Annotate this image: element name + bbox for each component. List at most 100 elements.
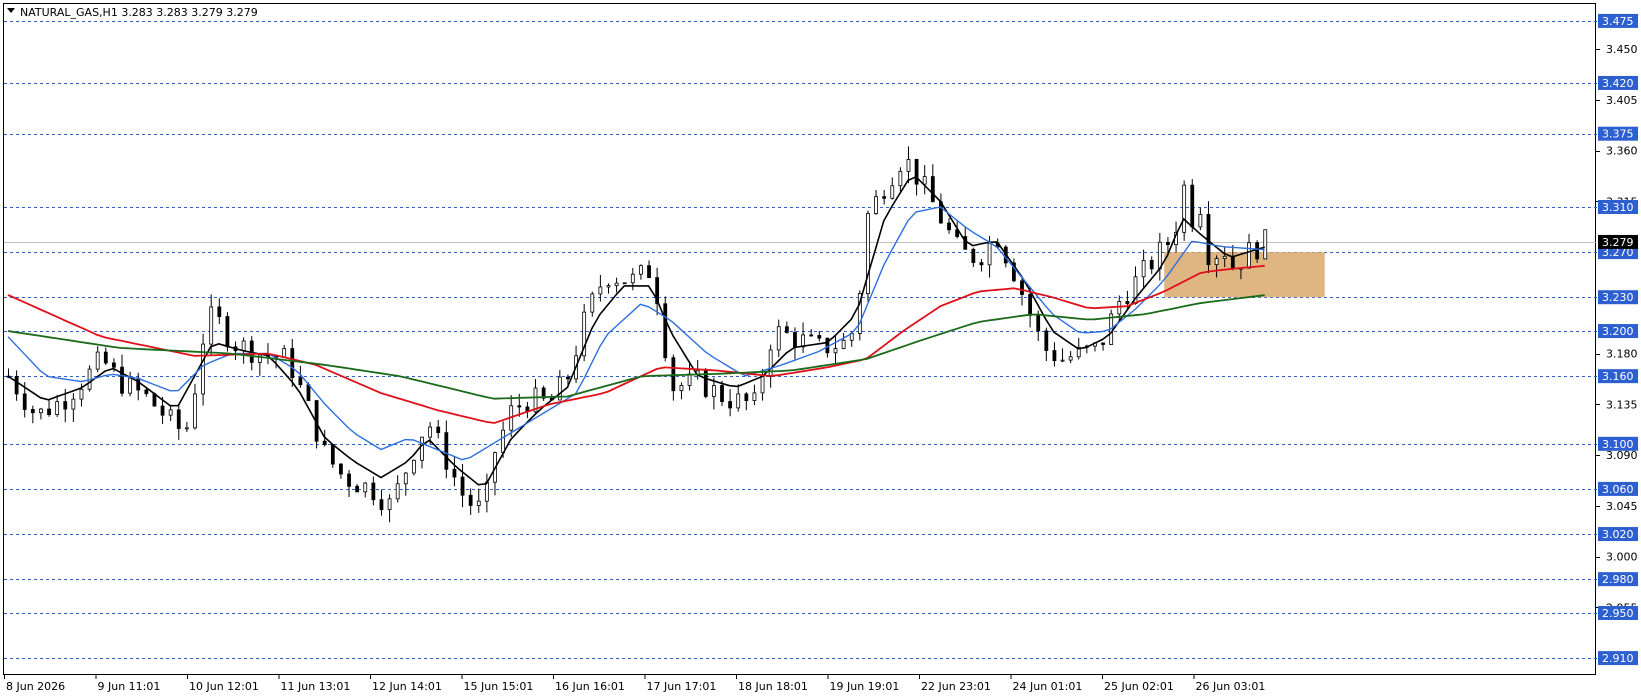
x-tick-label: 11 Jun 13:01 — [281, 680, 351, 693]
level-label: 3.060 — [1598, 481, 1638, 496]
candle-body-up — [614, 282, 619, 287]
level-label: 2.980 — [1598, 572, 1638, 587]
candle-body-down — [971, 248, 976, 263]
y-tick-label: 3.045 — [1606, 500, 1638, 513]
candle-body-up — [833, 348, 838, 354]
x-tick-label: 18 Jun 18:01 — [738, 680, 808, 693]
candle-body-down — [1028, 294, 1033, 316]
level-label: 3.310 — [1598, 199, 1638, 214]
candle — [411, 459, 416, 476]
candle-body-up — [209, 306, 214, 345]
candle-body-down — [120, 366, 124, 394]
candle-body-up — [95, 351, 100, 370]
level-label-text: 3.230 — [1602, 291, 1634, 304]
candle-body-down — [793, 332, 797, 348]
level-label-text: 3.420 — [1602, 77, 1634, 90]
candle-body-down — [160, 405, 165, 416]
candle — [1190, 179, 1195, 233]
level-label: 2.950 — [1598, 605, 1638, 620]
candle-body-up — [801, 334, 805, 348]
candle-body-up — [411, 459, 416, 474]
candle-body-down — [566, 376, 570, 380]
candle-body-up — [898, 170, 903, 187]
candle-body-up — [598, 286, 603, 295]
support-zone — [1164, 252, 1325, 298]
candle-body-down — [468, 494, 473, 506]
candle-body-up — [39, 408, 43, 414]
level-label: 3.375 — [1598, 126, 1638, 141]
level-label-text: 3.100 — [1602, 438, 1634, 451]
level-label-text: 2.950 — [1602, 607, 1634, 620]
candle-body-up — [906, 158, 911, 172]
x-tick-label: 15 Jun 15:01 — [464, 680, 534, 693]
candle — [663, 296, 668, 362]
candle-body-down — [298, 377, 303, 386]
candle-body-down — [347, 473, 351, 487]
x-tick-label: 8 Jun 2026 — [6, 680, 65, 693]
y-tick-label: 3.135 — [1606, 398, 1638, 411]
candle-body-down — [144, 389, 149, 395]
candle-body-down — [1255, 242, 1260, 260]
candle-body-down — [720, 385, 724, 402]
x-tick-label: 24 Jun 01:01 — [1013, 680, 1083, 693]
candle-body-down — [663, 303, 668, 359]
chart-header: NATURAL_GAS,H1 3.283 3.283 3.279 3.279 — [7, 6, 258, 19]
candle-body-up — [501, 429, 505, 454]
candle-body-down — [355, 485, 360, 493]
candle-body-up — [679, 385, 684, 392]
candle-body-up — [1141, 259, 1146, 278]
x-tick-label: 22 Jun 23:01 — [921, 680, 991, 693]
candle-body-up — [866, 213, 870, 295]
candle-body-up — [841, 339, 846, 349]
candle-body-up — [1222, 255, 1227, 259]
candle-body-down — [947, 222, 951, 231]
candle-body-up — [403, 472, 408, 485]
candle-body-up — [1117, 301, 1122, 315]
price-chart[interactable]: 3.4503.4053.3603.3153.1803.1353.0903.045… — [0, 0, 1641, 698]
candle-body-up — [1182, 184, 1187, 233]
level-label-text: 2.910 — [1602, 652, 1634, 665]
candle-body-down — [728, 401, 733, 409]
candle-body-down — [979, 262, 984, 266]
candle-body-down — [817, 335, 822, 339]
candle-body-down — [1190, 184, 1195, 228]
candle-body-down — [784, 326, 789, 333]
level-label-text: 3.375 — [1602, 128, 1634, 141]
level-label-text: 3.020 — [1602, 528, 1634, 541]
candle-body-down — [1230, 255, 1235, 270]
symbol-ohlc-label: NATURAL_GAS,H1 3.283 3.283 3.279 3.279 — [20, 6, 258, 19]
level-label: 2.910 — [1598, 651, 1638, 666]
y-tick-label: 3.405 — [1606, 94, 1638, 107]
candle-body-down — [30, 409, 35, 414]
candle — [1263, 229, 1268, 260]
candle-body-up — [128, 377, 133, 394]
candle-body-down — [1149, 259, 1154, 270]
candle-body-up — [736, 393, 741, 409]
candle-body-down — [47, 408, 51, 415]
candle-body-down — [306, 384, 311, 401]
chart-background — [0, 0, 1641, 698]
candle-body-down — [1044, 330, 1049, 351]
candle-body-down — [671, 357, 676, 392]
candle-body-down — [290, 348, 295, 379]
candle-body-up — [687, 373, 692, 386]
candle-body-up — [1157, 241, 1162, 270]
candle-body-down — [379, 499, 384, 510]
candle-body-up — [420, 436, 424, 461]
candle-body-up — [1068, 356, 1073, 361]
candle-body-up — [606, 285, 611, 288]
level-label-text: 2.980 — [1602, 573, 1634, 586]
x-tick-label: 17 Jun 17:01 — [647, 680, 717, 693]
candle-body-down — [63, 401, 68, 410]
y-tick-label: 3.090 — [1606, 449, 1638, 462]
candle-body-up — [752, 392, 757, 401]
candle-body-down — [517, 405, 522, 408]
level-label: 3.100 — [1598, 436, 1638, 451]
candle-body-down — [809, 334, 814, 337]
candle-body-up — [639, 265, 643, 275]
candle-body-up — [987, 242, 992, 266]
level-label: 3.475 — [1598, 13, 1638, 28]
candle-body-down — [444, 432, 449, 470]
level-label: 3.230 — [1598, 290, 1638, 305]
candle-body-down — [914, 158, 919, 185]
